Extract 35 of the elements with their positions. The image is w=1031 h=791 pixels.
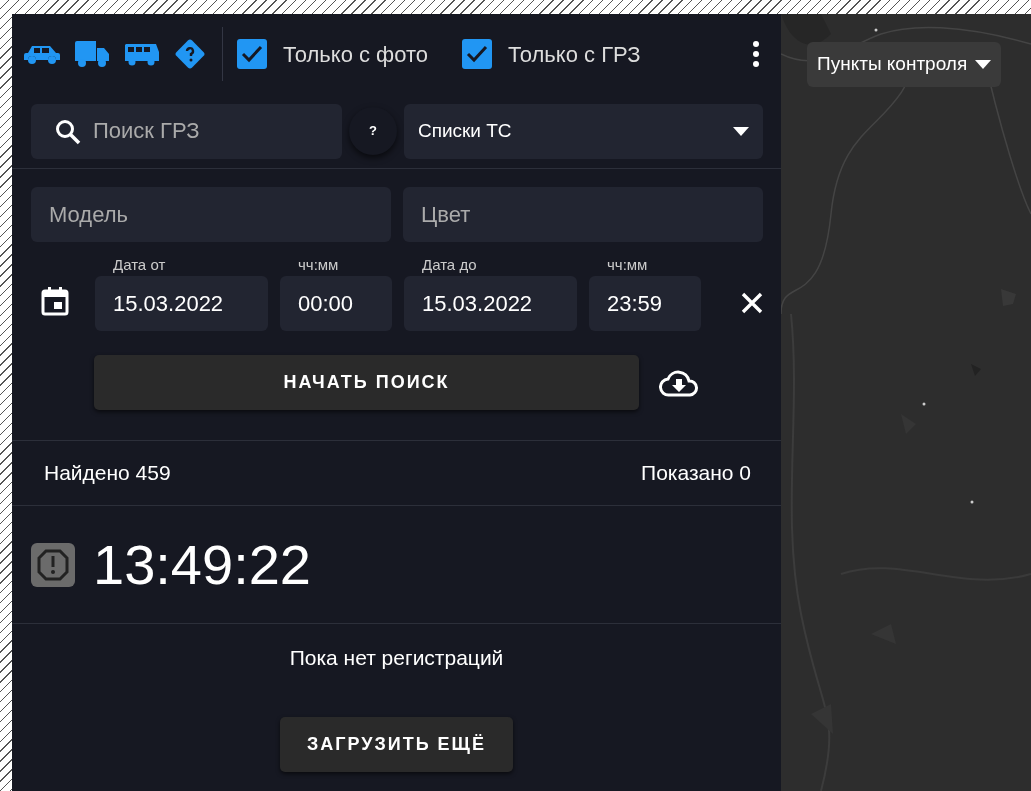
load-more-button[interactable]: ЗАГРУЗИТЬ ЕЩЁ xyxy=(280,716,513,772)
check-icon xyxy=(466,45,489,63)
lists-dropdown[interactable]: Списки ТС xyxy=(403,103,763,159)
date-field[interactable]: 15.03.2022 xyxy=(404,276,577,331)
close-icon[interactable] xyxy=(741,292,763,314)
time-field[interactable]: 23:59 xyxy=(589,276,701,331)
empty-message: Пока нет регистраций xyxy=(289,645,504,671)
search-field[interactable]: Поиск ГРЗ xyxy=(31,103,342,159)
search-icon xyxy=(55,118,81,145)
field-label: чч:мм xyxy=(606,255,649,275)
field-label: чч:мм xyxy=(297,255,340,275)
start-search-button[interactable]: НАЧАТЬ ПОИСК xyxy=(94,355,639,410)
caret-icon xyxy=(975,59,992,69)
cloud-download-icon[interactable] xyxy=(659,368,699,397)
checkbox-option[interactable]: Только с фото xyxy=(237,37,429,71)
bus-icon[interactable] xyxy=(124,42,160,66)
help-button[interactable]: ? xyxy=(349,107,397,155)
alert-icon xyxy=(31,542,75,587)
model-field[interactable]: Модель xyxy=(31,187,391,242)
color-field[interactable]: Цвет xyxy=(403,187,763,242)
caret-icon xyxy=(733,126,749,136)
checkbox-option[interactable]: Только с ГРЗ xyxy=(462,37,641,71)
field-label: Дата от xyxy=(112,255,167,275)
shown-count: Показано 0 xyxy=(641,460,751,487)
field-label: Дата до xyxy=(421,255,478,275)
clock-time: 13:49:22 xyxy=(93,531,311,598)
calendar-icon xyxy=(41,286,69,316)
check-icon xyxy=(241,45,263,63)
date-field[interactable]: 15.03.2022 xyxy=(95,276,268,331)
time-field[interactable]: 00:00 xyxy=(280,276,392,331)
more-menu-icon[interactable] xyxy=(753,41,759,67)
found-count: Найдено 459 xyxy=(44,460,171,487)
truck-icon[interactable] xyxy=(74,40,110,68)
car-icon[interactable] xyxy=(24,43,60,65)
layer-dropdown[interactable]: Пункты контроля xyxy=(807,42,1002,87)
